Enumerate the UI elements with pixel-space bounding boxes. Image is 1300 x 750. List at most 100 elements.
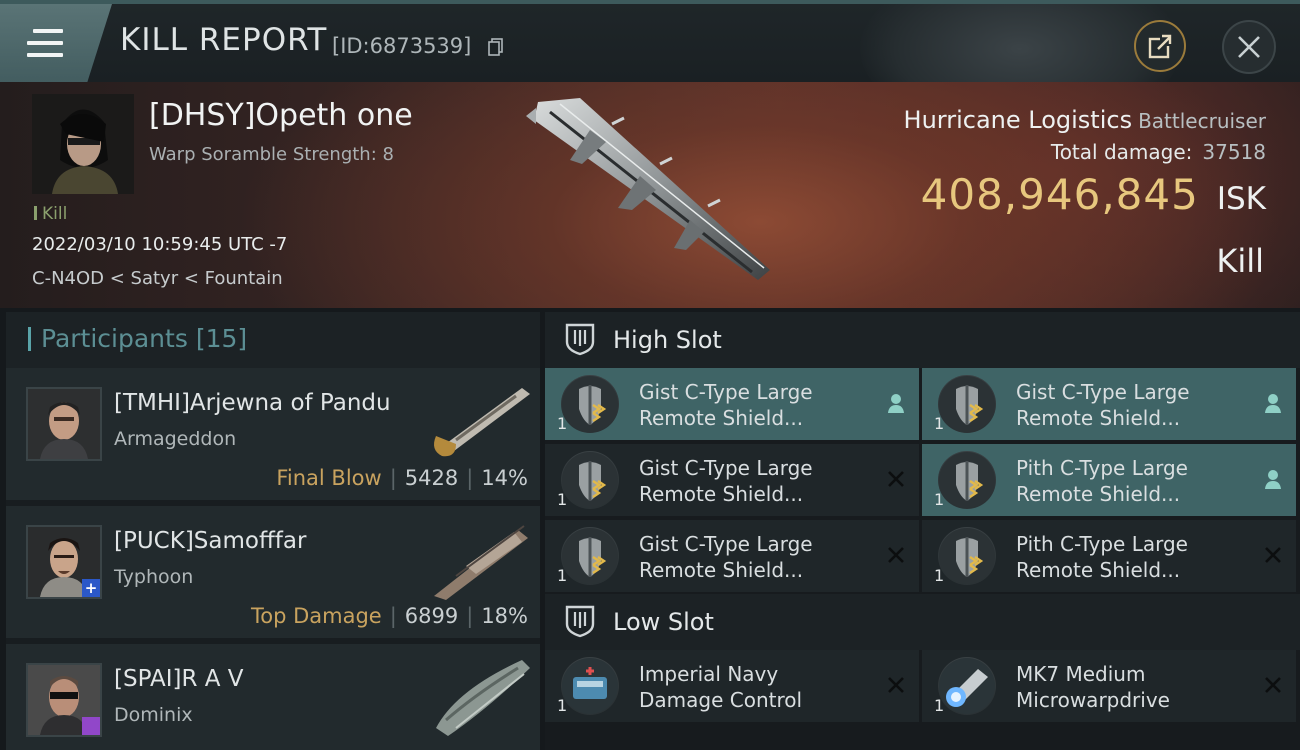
isk-amount: 408,946,845 (920, 170, 1199, 219)
total-damage: Total damage: 37518 (1051, 140, 1266, 164)
participants-header: Participants [15] (6, 312, 540, 368)
separator: | (466, 604, 474, 628)
separator: | (466, 466, 474, 490)
module-name-line1: Gist C-Type Large (639, 380, 813, 404)
module-quantity: 1 (934, 566, 945, 585)
ship-class: Battlecruiser (1138, 109, 1266, 133)
module-quantity: 1 (934, 490, 945, 509)
person-icon[interactable] (1262, 468, 1284, 490)
avatar (26, 663, 102, 737)
module-quantity: 1 (557, 566, 568, 585)
module-slot[interactable]: 1 Pith C-Type Large Remote Shield... (922, 520, 1296, 592)
module-name: Gist C-Type Large Remote Shield... (639, 379, 879, 431)
module-name: Pith C-Type Large Remote Shield... (1016, 531, 1256, 583)
module-name-line1: Imperial Navy (639, 662, 779, 686)
close-icon[interactable] (885, 674, 907, 696)
participant-tag: Top Damage (250, 604, 382, 628)
module-slot[interactable]: 1 Gist C-Type Large Remote Shield... (922, 368, 1296, 440)
participant-name: [PUCK]Samofffar (114, 528, 307, 554)
close-icon[interactable] (885, 544, 907, 566)
module-slot[interactable]: 1 Imperial Navy Damage Control (545, 650, 919, 722)
module-icon (561, 375, 619, 433)
low-slot-header: Low Slot (545, 594, 1300, 650)
module-name-line2: Remote Shield... (1016, 406, 1181, 430)
kill-location: C-N4OD < Satyr < Fountain (32, 268, 283, 289)
module-name: Imperial Navy Damage Control (639, 661, 879, 713)
total-damage-value: 37518 (1202, 140, 1266, 164)
module-name: Gist C-Type Large Remote Shield... (639, 531, 879, 583)
module-quantity: 1 (557, 490, 568, 509)
module-name-line1: Pith C-Type Large (1016, 532, 1188, 556)
participant-card[interactable]: [TMHI]Arjewna of Pandu Armageddon Final … (6, 368, 540, 500)
hamburger-icon (27, 29, 63, 57)
person-icon[interactable] (885, 392, 907, 414)
module-name: Gist C-Type Large Remote Shield... (639, 455, 879, 507)
close-icon[interactable] (1262, 544, 1284, 566)
module-name-line1: Pith C-Type Large (1016, 456, 1188, 480)
module-name-line2: Microwarpdrive (1016, 688, 1170, 712)
separator: | (389, 466, 397, 490)
module-name: Gist C-Type Large Remote Shield... (1016, 379, 1256, 431)
separator: | (389, 604, 397, 628)
victim-ship: Hurricane Logistics Battlecruiser (904, 106, 1266, 134)
module-name-line1: MK7 Medium (1016, 662, 1146, 686)
participant-percent: 14% (481, 466, 528, 490)
module-name-line2: Damage Control (639, 688, 803, 712)
result-label: Kill (1216, 242, 1264, 280)
total-damage-label: Total damage: (1050, 140, 1193, 164)
module-icon (561, 527, 619, 585)
slot-icon (565, 323, 595, 356)
victim-banner: [DHSY]Opeth one Warp Soramble Strength: … (0, 82, 1300, 308)
close-icon[interactable] (885, 468, 907, 490)
close-icon (1238, 36, 1260, 58)
slot-icon (565, 605, 595, 638)
participants-count: [15] (195, 324, 248, 353)
menu-button[interactable] (0, 4, 112, 82)
module-icon (938, 657, 996, 715)
high-slot-header: High Slot (545, 312, 1300, 368)
module-slot[interactable]: 1 Gist C-Type Large Remote Shield... (545, 444, 919, 516)
high-slot-label: High Slot (613, 326, 722, 354)
participant-card[interactable]: [SPAI]R A V Dominix (6, 644, 540, 750)
module-slot[interactable]: 1 Pith C-Type Large Remote Shield... (922, 444, 1296, 516)
participant-ship: Typhoon (114, 566, 194, 588)
module-slot[interactable]: 1 Gist C-Type Large Remote Shield... (545, 520, 919, 592)
avatar: + (26, 525, 102, 599)
participants-label: Participants (41, 324, 188, 353)
kill-report-header: KILL REPORT [ID:6873539] (0, 0, 1300, 82)
module-icon (938, 527, 996, 585)
participant-card[interactable]: + [PUCK]Samofffar Typhoon Top Damage | 689… (6, 506, 540, 638)
participant-stats: Top Damage | 6899 | 18% (251, 604, 528, 628)
module-name-line2: Remote Shield... (639, 558, 804, 582)
participant-name: [TMHI]Arjewna of Pandu (114, 390, 391, 416)
module-name-line1: Gist C-Type Large (1016, 380, 1190, 404)
report-id: [ID:6873539] (332, 34, 472, 58)
participant-stats: Final Blow | 5428 | 14% (276, 466, 528, 490)
module-name-line2: Remote Shield... (1016, 482, 1181, 506)
module-icon (561, 657, 619, 715)
close-icon[interactable] (1262, 674, 1284, 696)
module-name-line2: Remote Shield... (1016, 558, 1181, 582)
participant-damage: 5428 (404, 466, 459, 490)
participant-percent: 18% (481, 604, 528, 628)
module-slot[interactable]: 1 MK7 Medium Microwarpdrive (922, 650, 1296, 722)
module-slot[interactable]: 1 Gist C-Type Large Remote Shield... (545, 368, 919, 440)
victim-portrait[interactable] (32, 94, 134, 194)
close-button[interactable] (1222, 20, 1276, 74)
header-background-art (860, 4, 1180, 82)
participant-ship-image (436, 660, 530, 736)
corp-badge-icon (82, 717, 100, 735)
module-name: MK7 Medium Microwarpdrive (1016, 661, 1256, 713)
participant-name: [SPAI]R A V (114, 666, 244, 692)
person-icon[interactable] (1262, 392, 1284, 414)
share-button[interactable] (1134, 20, 1186, 72)
module-quantity: 1 (557, 414, 568, 433)
section-accent (28, 327, 31, 351)
participants-title: Participants [15] (41, 324, 247, 353)
copy-icon[interactable] (488, 38, 504, 56)
module-name-line1: Gist C-Type Large (639, 532, 813, 556)
participant-tag: Final Blow (276, 466, 382, 490)
module-name: Pith C-Type Large Remote Shield... (1016, 455, 1256, 507)
low-slot-label: Low Slot (613, 608, 714, 636)
module-icon (938, 451, 996, 509)
